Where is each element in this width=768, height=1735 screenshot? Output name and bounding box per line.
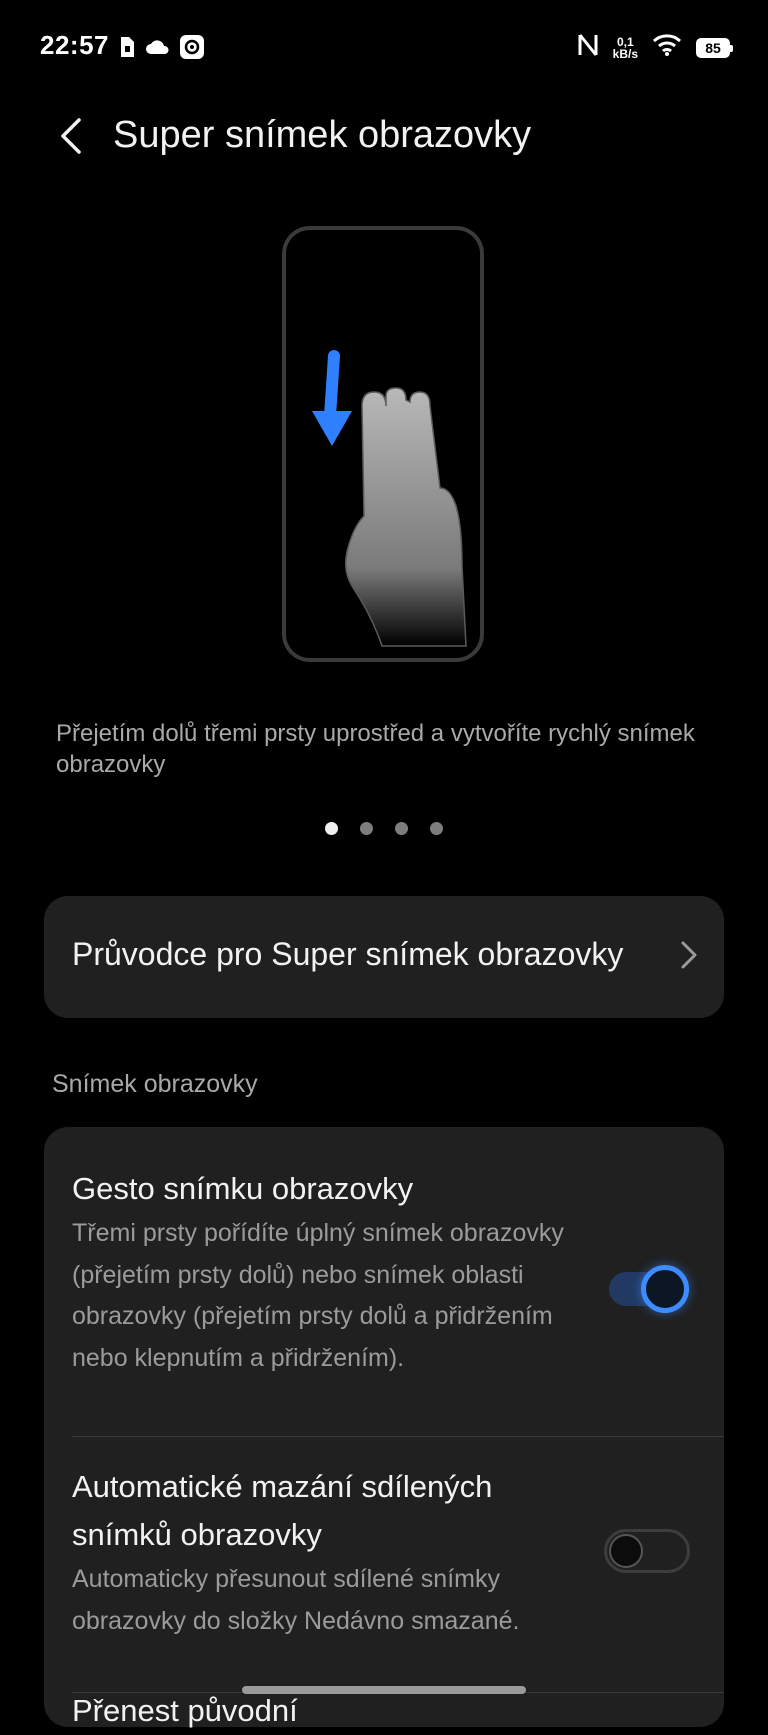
auto-delete-toggle[interactable] [604, 1529, 690, 1573]
guide-label: Průvodce pro Super snímek obrazovky [72, 936, 624, 972]
gesture-illustration [282, 226, 484, 662]
settings-card: Gesto snímku obrazovky Třemi prsty poříd… [44, 1127, 724, 1728]
toggle-knob [641, 1265, 689, 1313]
status-left-icons [117, 34, 205, 65]
gesture-caption: Přejetím dolů třemi prsty uprostřed a vy… [56, 720, 695, 778]
setting-row-gesture[interactable]: Gesto snímku obrazovky Třemi prsty poříd… [72, 1165, 612, 1379]
toggle-knob [609, 1534, 643, 1568]
chevron-right-icon [680, 940, 698, 975]
divider [72, 1436, 724, 1437]
nfc-icon [577, 32, 599, 63]
setting-row-partial[interactable]: Přenest původní [72, 1687, 632, 1735]
setting-title: Gesto snímku obrazovky [72, 1171, 414, 1206]
back-arrow-icon [61, 118, 81, 154]
setting-title: Automatické mazání sdílených snímků obra… [72, 1469, 493, 1552]
pager-dot[interactable] [325, 822, 338, 835]
three-finger-swipe-down-icon [282, 226, 484, 662]
page-title: Super snímek obrazovky [113, 114, 532, 156]
battery-icon: 85 [696, 37, 733, 58]
guide-button[interactable]: Průvodce pro Super snímek obrazovky [44, 896, 724, 1018]
status-right: 0,1 kB/s 85 [577, 32, 733, 63]
wifi-icon [652, 33, 682, 62]
settings-badge-icon [179, 34, 205, 65]
section-label: Snímek obrazovky [52, 1070, 258, 1098]
header: Super snímek obrazovky [0, 100, 768, 180]
setting-row-auto-delete[interactable]: Automatické mazání sdílených snímků obra… [72, 1463, 582, 1642]
pager-dot[interactable] [430, 822, 443, 835]
sim-icon [117, 35, 137, 64]
status-bar: 22:57 0,1 kB/s 85 [0, 0, 768, 96]
pager-dots [0, 822, 768, 835]
net-speed-value: 0,1 [616, 34, 634, 49]
setting-description: Automaticky přesunout sdílené snímky obr… [72, 1565, 520, 1635]
pager-dot[interactable] [360, 822, 373, 835]
setting-description: Třemi prsty pořídíte úplný snímek obrazo… [72, 1219, 564, 1372]
home-indicator[interactable] [242, 1686, 526, 1694]
pager-dot[interactable] [395, 822, 408, 835]
cloud-icon [145, 37, 171, 62]
status-time: 22:57 [40, 30, 109, 60]
net-speed: 0,1 kB/s [613, 36, 638, 60]
setting-title: Přenest původní [72, 1693, 298, 1728]
back-button[interactable] [50, 114, 90, 158]
gesture-toggle[interactable] [609, 1265, 689, 1313]
net-speed-unit: kB/s [612, 46, 638, 61]
